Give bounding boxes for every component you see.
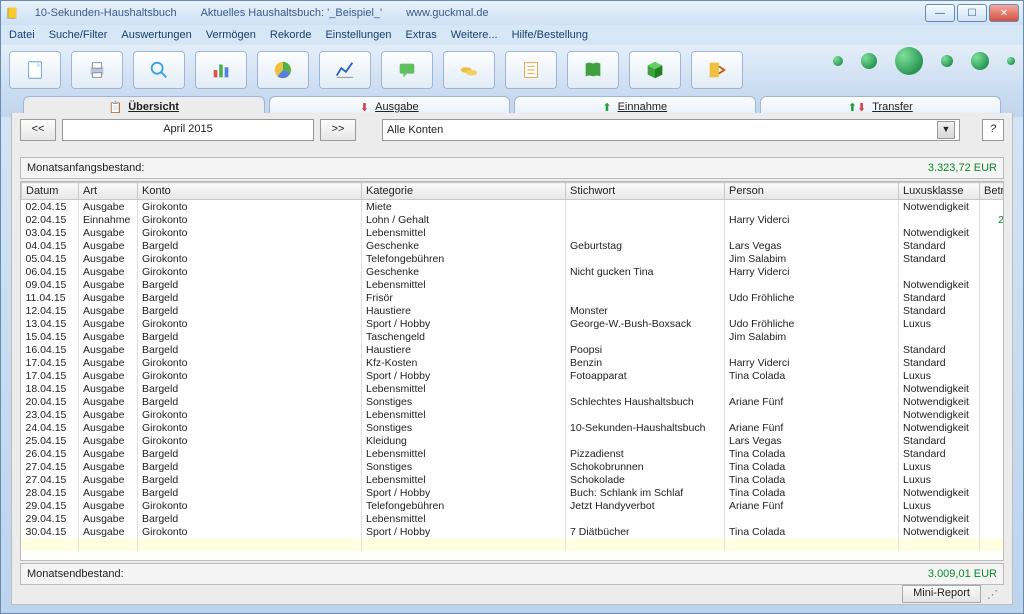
prev-period-button[interactable]: << — [20, 119, 56, 141]
table-row[interactable]: 20.04.15AusgabeBargeldSonstigesSchlechte… — [22, 395, 1005, 408]
menu-bar: Datei Suche/Filter Auswertungen Vermögen… — [1, 25, 1023, 45]
table-row[interactable]: 17.04.15AusgabeGirokontoKfz-KostenBenzin… — [22, 356, 1005, 369]
end-balance-label: Monatsendbestand: — [27, 568, 124, 580]
table-row[interactable]: 24.04.15AusgabeGirokontoSonstiges10-Seku… — [22, 421, 1005, 434]
empty-input-row[interactable] — [22, 538, 1005, 551]
status-bar: Mini-Report ⋰ — [20, 585, 1004, 603]
table-row[interactable]: 29.04.15AusgabeGirokontoTelefongebührenJ… — [22, 499, 1005, 512]
combo-dropdown-icon[interactable]: ▼ — [937, 121, 955, 139]
website-label: www.guckmal.de — [406, 7, 489, 19]
table-row[interactable]: 29.04.15AusgabeBargeldLebensmittelNotwen… — [22, 512, 1005, 525]
account-value: Alle Konten — [387, 124, 443, 136]
table-row[interactable]: 27.04.15AusgabeBargeldSonstigesSchokobru… — [22, 460, 1005, 473]
table-row[interactable]: 09.04.15AusgabeBargeldLebensmittelNotwen… — [22, 278, 1005, 291]
toolbar-book[interactable] — [567, 51, 619, 89]
col-konto[interactable]: Konto — [138, 183, 362, 200]
minimize-button[interactable]: — — [925, 4, 955, 22]
col-kategorie[interactable]: Kategorie — [362, 183, 566, 200]
arrow-up-green-icon: ⬆ — [602, 101, 611, 114]
table-row[interactable]: 06.04.15AusgabeGirokontoGeschenkeNicht g… — [22, 265, 1005, 278]
menu-suche[interactable]: Suche/Filter — [49, 29, 108, 41]
start-balance-panel: Monatsanfangsbestand: 3.323,72 EUR — [20, 157, 1004, 179]
doc-title: Aktuelles Haushaltsbuch: '_Beispiel_' — [201, 7, 383, 19]
table-row[interactable]: 28.04.15AusgabeBargeldSport / HobbyBuch:… — [22, 486, 1005, 499]
period-label[interactable]: April 2015 — [62, 119, 314, 141]
toolbar-new[interactable] — [9, 51, 61, 89]
resize-grip-icon[interactable]: ⋰ — [987, 588, 998, 601]
menu-vermoegen[interactable]: Vermögen — [206, 29, 256, 41]
transfer-icon: ⬆⬇ — [848, 101, 866, 114]
app-icon: 📒 — [5, 7, 19, 20]
app-window: 📒 10-Sekunden-Haushaltsbuch Aktuelles Ha… — [0, 0, 1024, 614]
close-button[interactable]: ✕ — [989, 4, 1019, 22]
col-art[interactable]: Art — [79, 183, 138, 200]
app-title: 10-Sekunden-Haushaltsbuch — [35, 7, 177, 19]
table-row[interactable]: 12.04.15AusgabeBargeldHaustiereMonsterSt… — [22, 304, 1005, 317]
table-row[interactable]: 11.04.15AusgabeBargeldFrisörUdo Fröhlich… — [22, 291, 1005, 304]
table-header-row: Datum Art Konto Kategorie Stichwort Pers… — [22, 183, 1005, 200]
toolbar — [1, 45, 1023, 95]
end-balance-panel: Monatsendbestand: 3.009,01 EUR — [20, 563, 1004, 585]
table-row[interactable]: 17.04.15AusgabeGirokontoSport / HobbyFot… — [22, 369, 1005, 382]
table-row[interactable]: 13.04.15AusgabeGirokontoSport / HobbyGeo… — [22, 317, 1005, 330]
col-person[interactable]: Person — [725, 183, 899, 200]
title-bar: 📒 10-Sekunden-Haushaltsbuch Aktuelles Ha… — [1, 1, 1023, 25]
tab-label: Transfer — [872, 101, 913, 113]
toolbar-pie[interactable] — [257, 51, 309, 89]
menu-weitere[interactable]: Weitere... — [451, 29, 498, 41]
col-betrag[interactable]: Betrag in EUR — [980, 183, 1005, 200]
table-row[interactable]: 18.04.15AusgabeBargeldLebensmittelNotwen… — [22, 382, 1005, 395]
table-row[interactable]: 03.04.15AusgabeGirokontoLebensmittelNotw… — [22, 226, 1005, 239]
col-stichwort[interactable]: Stichwort — [566, 183, 725, 200]
content-panel: << April 2015 >> Alle Konten ▼ ? Monatsa… — [11, 113, 1013, 605]
col-date[interactable]: Datum — [22, 183, 79, 200]
tab-label: Übersicht — [128, 101, 179, 113]
table-row[interactable]: 27.04.15AusgabeBargeldLebensmittelSchoko… — [22, 473, 1005, 486]
menu-einstellungen[interactable]: Einstellungen — [325, 29, 391, 41]
toolbar-print[interactable] — [71, 51, 123, 89]
maximize-button[interactable]: ☐ — [957, 4, 987, 22]
transactions-table: Datum Art Konto Kategorie Stichwort Pers… — [21, 182, 1004, 551]
menu-datei[interactable]: Datei — [9, 29, 35, 41]
table-row[interactable]: 30.04.15AusgabeGirokontoSport / Hobby7 D… — [22, 525, 1005, 538]
tab-label: Einnahme — [618, 101, 668, 113]
table-row[interactable]: 05.04.15AusgabeGirokontoTelefongebührenJ… — [22, 252, 1005, 265]
toolbar-line[interactable] — [319, 51, 371, 89]
toolbar-bars[interactable] — [195, 51, 247, 89]
toolbar-list[interactable] — [505, 51, 557, 89]
menu-hilfe[interactable]: Hilfe/Bestellung — [512, 29, 588, 41]
toolbar-cube[interactable] — [629, 51, 681, 89]
table-row[interactable]: 02.04.15AusgabeGirokontoMieteNotwendigke… — [22, 200, 1005, 214]
toolbar-money[interactable] — [443, 51, 495, 89]
mini-report-button[interactable]: Mini-Report — [902, 585, 981, 603]
period-nav: << April 2015 >> Alle Konten ▼ ? — [20, 119, 1004, 141]
table-row[interactable]: 04.04.15AusgabeBargeldGeschenkeGeburtsta… — [22, 239, 1005, 252]
start-balance-label: Monatsanfangsbestand: — [27, 162, 144, 174]
toolbar-note[interactable] — [381, 51, 433, 89]
arrow-down-red-icon: ⬇ — [360, 101, 369, 114]
table-row[interactable]: 16.04.15AusgabeBargeldHaustierePoopsiSta… — [22, 343, 1005, 356]
toolbar-search[interactable] — [133, 51, 185, 89]
transactions-table-wrap: Datum Art Konto Kategorie Stichwort Pers… — [20, 181, 1004, 561]
tab-label: Ausgabe — [375, 101, 418, 113]
table-row[interactable]: 25.04.15AusgabeGirokontoKleidungLars Veg… — [22, 434, 1005, 447]
table-row[interactable]: 26.04.15AusgabeBargeldLebensmittelPizzad… — [22, 447, 1005, 460]
col-luxusklasse[interactable]: Luxusklasse — [899, 183, 980, 200]
end-balance-value: 3.009,01 EUR — [928, 568, 997, 580]
overview-icon: 📋 — [109, 101, 123, 114]
toolbar-exit[interactable] — [691, 51, 743, 89]
start-balance-value: 3.323,72 EUR — [928, 162, 997, 174]
menu-auswertungen[interactable]: Auswertungen — [121, 29, 191, 41]
table-row[interactable]: 23.04.15AusgabeGirokontoLebensmittelNotw… — [22, 408, 1005, 421]
account-combo[interactable]: Alle Konten ▼ — [382, 119, 960, 141]
next-period-button[interactable]: >> — [320, 119, 356, 141]
help-button[interactable]: ? — [982, 119, 1004, 141]
menu-extras[interactable]: Extras — [406, 29, 437, 41]
table-row[interactable]: 02.04.15EinnahmeGirokontoLohn / GehaltHa… — [22, 213, 1005, 226]
menu-rekorde[interactable]: Rekorde — [270, 29, 312, 41]
decorative-bubbles — [833, 47, 1015, 75]
table-row[interactable]: 15.04.15AusgabeBargeldTaschengeldJim Sal… — [22, 330, 1005, 343]
